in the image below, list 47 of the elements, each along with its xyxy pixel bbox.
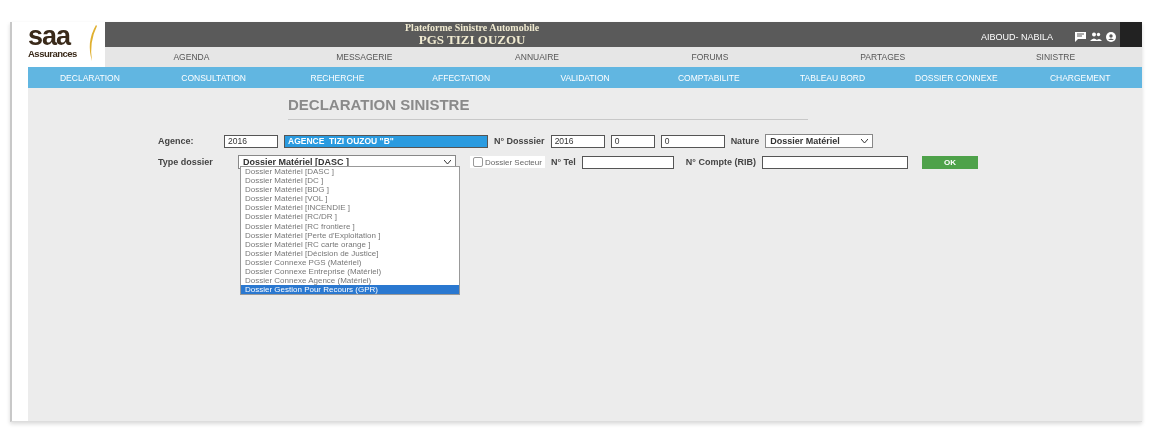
tel-label: N° Tel: [550, 157, 576, 167]
site-title: PGS TIZI OUZOU: [418, 33, 526, 47]
menu-link[interactable]: PARTAGES: [796, 52, 970, 62]
chevron-icon: [861, 138, 869, 144]
chat-icon[interactable]: [1075, 31, 1086, 42]
nature-select[interactable]: Dossier Matériel: [765, 134, 874, 148]
logo-subtitle: Assurances: [28, 48, 77, 59]
dropdown-option[interactable]: Dossier Matériel [DASC ]: [241, 167, 459, 177]
dropdown-option[interactable]: Dossier Matériel [RC carte orange ]: [241, 239, 459, 249]
dossier-number-field[interactable]: 0: [610, 134, 655, 148]
people-icon[interactable]: [1090, 32, 1102, 41]
agence-code-field[interactable]: 2016: [224, 134, 278, 148]
user-name: AIBOUD- NABILA: [980, 31, 1053, 42]
chevron-icon: [444, 159, 451, 165]
dropdown-option[interactable]: Dossier Matériel [RC/DR ]: [241, 212, 459, 222]
dropdown-option[interactable]: Dossier Matériel [INCENDIE ]: [241, 203, 459, 213]
dropdown-option[interactable]: Dossier Gestion Pour Recours (GPR): [241, 285, 459, 295]
tel-field[interactable]: [581, 155, 674, 169]
ok-button[interactable]: OK: [921, 155, 978, 169]
menu-link[interactable]: ANNUAIRE: [450, 52, 624, 62]
page-heading: DECLARATION SINISTRE: [288, 96, 808, 120]
agence-label: Agence:: [158, 136, 195, 146]
menu-link[interactable]: SINISTRE: [969, 52, 1142, 62]
dossier-number-field[interactable]: 0: [660, 134, 725, 148]
type-label: Type dossier: [158, 157, 214, 167]
dropdown-option[interactable]: Dossier Matériel [RC frontiere ]: [241, 221, 459, 231]
compte-label: N° Compte (RIB): [685, 157, 756, 167]
logo-text: saa: [28, 24, 71, 48]
dropdown-option[interactable]: Dossier Matériel [Décision de Justice]: [241, 248, 459, 258]
secteur-checkbox[interactable]: Dossier Secteur: [470, 156, 545, 168]
dropdown-option[interactable]: Dossier Matériel [DC ]: [241, 176, 459, 186]
dropdown-option[interactable]: Dossier Matériel [Perte d'Exploitation ]: [241, 230, 459, 240]
dropdown-option[interactable]: Dossier Connexe Agence (Matériel): [241, 276, 459, 286]
menu-link[interactable]: MESSAGERIE: [277, 52, 451, 62]
dropdown-option[interactable]: Dossier Connexe Entreprise (Matériel): [241, 267, 459, 277]
menu-link[interactable]: FORUMS: [623, 52, 797, 62]
compte-field[interactable]: [761, 155, 908, 169]
dropdown-option[interactable]: Dossier Matériel [VOL ]: [241, 194, 459, 204]
dossier-label: N° Dosssier: [494, 136, 545, 146]
dropdown-option[interactable]: Dossier Connexe PGS (Matériel): [241, 257, 459, 268]
agence-name-field[interactable]: AGENCE TIZI OUZOU "B": [284, 134, 488, 148]
dropdown-option[interactable]: Dossier Matériel [BDG ]: [241, 185, 459, 195]
platform-title: Plateforme Sinistre Automobile: [405, 22, 540, 33]
menu-link[interactable]: AGENDA: [105, 52, 278, 62]
account-icon[interactable]: [1106, 31, 1116, 42]
nature-label: Nature: [730, 136, 760, 146]
dossier-year-field[interactable]: 2016: [550, 134, 605, 148]
